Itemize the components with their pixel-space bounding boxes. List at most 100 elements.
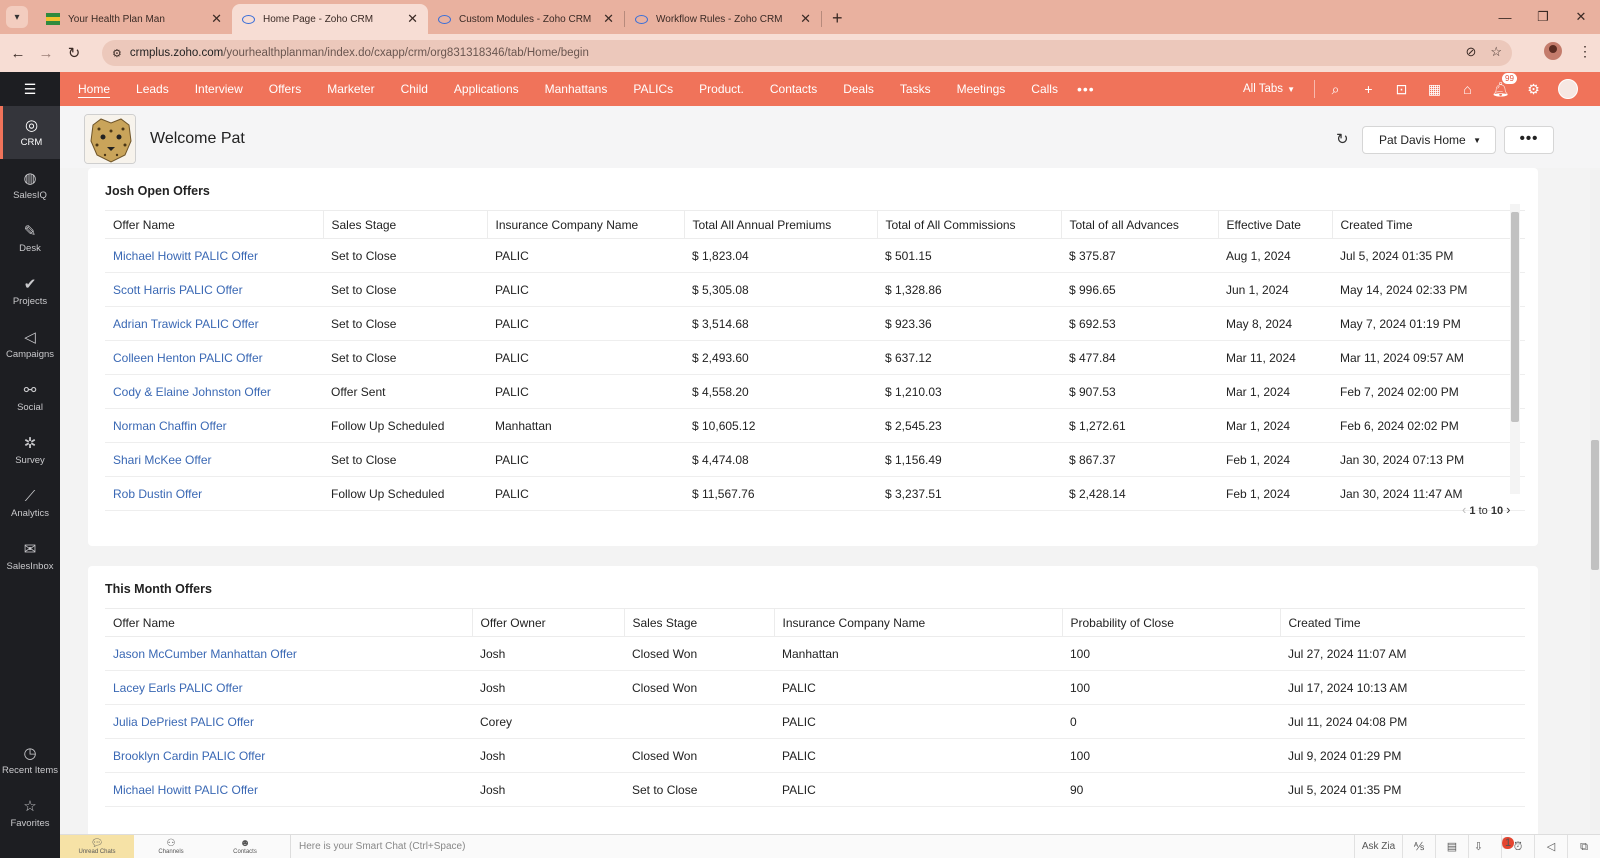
offer-name-link[interactable]: Lacey Earls PALIC Offer <box>105 670 472 705</box>
table-row[interactable]: Michael Howitt PALIC Offer Josh Set to Clo… <box>105 772 1525 807</box>
nav-child[interactable]: Child <box>388 82 441 96</box>
nav-deals[interactable]: Deals <box>830 82 887 96</box>
user-avatar[interactable] <box>1558 79 1578 99</box>
nav-applications[interactable]: Applications <box>441 82 532 96</box>
url-omnibox[interactable]: ⚙ crmplus.zoho.com/yourhealthplanman/ind… <box>102 40 1512 66</box>
nav-marketer[interactable]: Marketer <box>314 82 387 96</box>
table-row[interactable]: Norman Chaffin Offer Follow Up Scheduled M… <box>105 408 1525 443</box>
nav-leads[interactable]: Leads <box>123 82 182 96</box>
table-scrollbar[interactable] <box>1510 204 1520 494</box>
forward-arrow-icon[interactable]: → <box>32 45 60 62</box>
offer-name-link[interactable]: Julia DePriest PALIC Offer <box>105 704 472 739</box>
table-row[interactable]: Shari McKee Offer Set to Close PALIC $ 4,47… <box>105 442 1525 477</box>
nav-offers[interactable]: Offers <box>256 82 314 96</box>
column-header[interactable]: Total of All Commissions <box>877 210 1062 239</box>
column-header[interactable]: Offer Name <box>105 608 473 637</box>
back-arrow-icon[interactable]: ← <box>4 45 32 62</box>
close-tab-icon[interactable]: ✕ <box>603 11 614 27</box>
sidebar-item-projects[interactable]: ✔ Projects <box>0 265 60 318</box>
sidebar-item-social[interactable]: ⚯ Social <box>0 371 60 424</box>
nav-tasks[interactable]: Tasks <box>887 82 944 96</box>
bookmark-star-icon[interactable]: ☆ <box>1490 44 1502 60</box>
downloads-icon[interactable]: ⇩ 1 <box>1468 834 1515 858</box>
marketplace-icon[interactable]: ⌂ <box>1451 81 1484 97</box>
table-row[interactable]: Jason McCumber Manhattan Offer Josh Closed… <box>105 636 1525 671</box>
announcement-icon[interactable]: ◁ <box>1534 834 1567 858</box>
offer-name-link[interactable]: Norman Chaffin Offer <box>105 408 323 443</box>
nav-calls[interactable]: Calls <box>1018 82 1071 96</box>
browser-tab-health-plan[interactable]: Your Health Plan Man ✕ <box>36 4 232 34</box>
column-header[interactable]: Created Time <box>1280 608 1525 637</box>
more-options-button[interactable]: ••• <box>1504 126 1554 154</box>
prev-page-icon[interactable]: ‹ <box>1462 502 1466 517</box>
close-tab-icon[interactable]: ✕ <box>800 11 811 27</box>
new-tab-plus-icon[interactable]: + <box>832 8 843 29</box>
sidebar-item-favorites[interactable]: ☆ Favorites <box>0 787 60 840</box>
signals-icon[interactable]: ⊡ <box>1385 81 1418 98</box>
hamburger-menu-icon[interactable]: ☰ <box>0 72 60 106</box>
table-row[interactable]: Lacey Earls PALIC Offer Josh Closed Won PAL… <box>105 670 1525 705</box>
site-settings-icon[interactable]: ⚙ <box>112 47 122 60</box>
column-header[interactable]: Effective Date <box>1218 210 1333 239</box>
minimize-icon[interactable]: — <box>1486 10 1524 25</box>
sidebar-item-recent-items[interactable]: ◷ Recent Items <box>0 734 60 787</box>
profile-avatar[interactable] <box>1544 42 1562 60</box>
offer-name-link[interactable]: Colleen Henton PALIC Offer <box>105 340 323 375</box>
ask-zia-button[interactable]: Ask Zia <box>1354 834 1402 858</box>
all-tabs-dropdown[interactable]: All Tabs ▼ <box>1243 83 1295 95</box>
scrollbar-thumb[interactable] <box>1511 212 1519 422</box>
offer-name-link[interactable]: Shari McKee Offer <box>105 442 323 477</box>
nav-product[interactable]: Product. <box>686 82 757 96</box>
reload-icon[interactable]: ↻ <box>60 44 88 62</box>
nav-home[interactable]: Home <box>65 82 123 96</box>
contacts-button[interactable]: ☻ Contacts <box>208 835 282 858</box>
calendar-icon[interactable]: ▦ <box>1418 81 1451 98</box>
sidebar-item-analytics[interactable]: ⟋ Analytics <box>0 477 60 530</box>
page-scrollbar-thumb[interactable] <box>1591 440 1599 570</box>
column-header[interactable]: Created Time <box>1332 210 1525 239</box>
tab-search-chevron-icon[interactable]: ▾ <box>6 6 28 28</box>
table-row[interactable]: Brooklyn Cardin PALIC Offer Josh Closed Wo… <box>105 738 1525 773</box>
nav-interview[interactable]: Interview <box>182 82 256 96</box>
table-row[interactable]: Cody & Elaine Johnston Offer Offer Sent PA… <box>105 374 1525 409</box>
column-header[interactable]: Offer Name <box>105 210 324 239</box>
nav-manhattans[interactable]: Manhattans <box>532 82 621 96</box>
nav-contacts[interactable]: Contacts <box>757 82 830 96</box>
nav-more-icon[interactable]: ••• <box>1071 81 1101 97</box>
close-tab-icon[interactable]: ✕ <box>211 11 222 27</box>
create-plus-icon[interactable]: + <box>1352 81 1385 97</box>
offer-name-link[interactable]: Rob Dustin Offer <box>105 476 323 511</box>
home-view-select[interactable]: Pat Davis Home ▼ <box>1362 126 1496 154</box>
table-row[interactable]: Julia DePriest PALIC Offer Corey PALIC 0 Jul… <box>105 704 1525 739</box>
table-row[interactable]: Rob Dustin Offer Follow Up Scheduled PALIC… <box>105 476 1525 511</box>
translate-icon[interactable]: ⅍ <box>1402 834 1435 858</box>
column-header[interactable]: Sales Stage <box>323 210 488 239</box>
column-header[interactable]: Total All Annual Premiums <box>684 210 878 239</box>
browser-tab-workflow-rules[interactable]: Workflow Rules - Zoho CRM ✕ <box>625 4 821 34</box>
sidebar-item-salesiq[interactable]: ◍ SalesIQ <box>0 159 60 212</box>
settings-gear-icon[interactable]: ⚙ <box>1517 81 1550 98</box>
table-row[interactable]: Adrian Trawick PALIC Offer Set to Close PA… <box>105 306 1525 341</box>
channels-button[interactable]: ⚇ Channels <box>134 835 208 858</box>
next-page-icon[interactable]: › <box>1506 502 1510 517</box>
sidebar-item-desk[interactable]: ✎ Desk <box>0 212 60 265</box>
restore-icon[interactable]: ❐ <box>1524 9 1562 25</box>
sidebar-item-crm[interactable]: ◎ CRM <box>0 106 60 159</box>
column-header[interactable]: Insurance Company Name <box>774 608 1063 637</box>
nav-meetings[interactable]: Meetings <box>944 82 1019 96</box>
offer-name-link[interactable]: Scott Harris PALIC Offer <box>105 272 323 307</box>
eye-off-icon[interactable]: ⊘ <box>1465 44 1476 60</box>
sidebar-item-survey[interactable]: ✲ Survey <box>0 424 60 477</box>
browser-tab-home-page[interactable]: Home Page - Zoho CRM ✕ <box>232 4 428 34</box>
notifications-bell-icon[interactable]: 🔔︎ 99 <box>1484 72 1517 98</box>
offer-name-link[interactable]: Michael Howitt PALIC Offer <box>105 772 472 807</box>
table-row[interactable]: Scott Harris PALIC Offer Set to Close PALI… <box>105 272 1525 307</box>
column-header[interactable]: Probability of Close <box>1062 608 1281 637</box>
search-icon[interactable]: ⌕ <box>1319 81 1352 98</box>
browser-menu-kebab-icon[interactable]: ⋮ <box>1578 43 1592 60</box>
offer-name-link[interactable]: Jason McCumber Manhattan Offer <box>105 636 472 671</box>
notes-icon[interactable]: ▤ <box>1435 834 1468 858</box>
browser-tab-custom-modules[interactable]: Custom Modules - Zoho CRM ✕ <box>428 4 624 34</box>
sidebar-item-salesinbox[interactable]: ✉ SalesInbox <box>0 530 60 583</box>
alarm-clock-icon[interactable]: ⏰︎ <box>1501 834 1534 858</box>
